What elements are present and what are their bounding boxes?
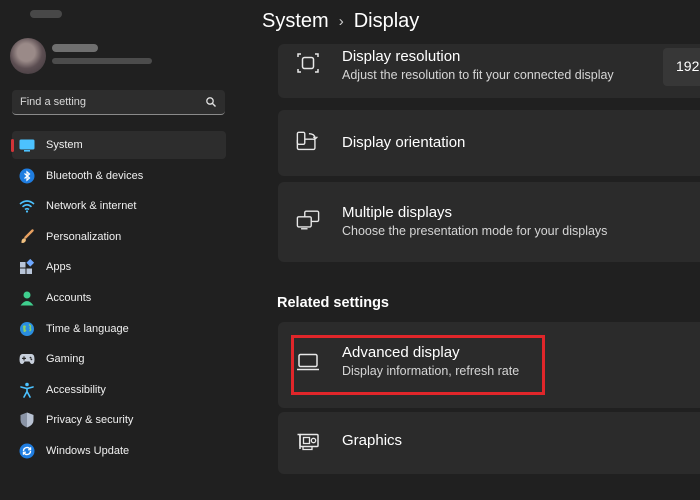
display-orientation-title: Display orientation [342,134,466,151]
sidebar-item-label: Privacy & security [46,414,134,427]
sidebar: System Bluetooth & devices Network & int… [0,0,240,500]
sidebar-nav: System Bluetooth & devices Network & int… [11,131,226,468]
sidebar-item-system[interactable]: System [11,131,226,159]
user-name-blurred [52,44,98,52]
sidebar-item-privacy-security[interactable]: Privacy & security [12,406,226,434]
person-icon [19,290,35,306]
accessibility-icon [19,382,35,398]
app-title-blurred [30,10,62,18]
graphics-title: Graphics [342,432,403,449]
resolution-dropdown[interactable]: 192 [663,48,700,86]
sidebar-item-accounts[interactable]: Accounts [12,284,226,312]
globe-icon [19,321,35,337]
multiple-displays-title: Multiple displays [342,204,453,221]
brush-icon [19,229,35,245]
search-box[interactable] [12,90,225,115]
sidebar-item-label: Network & internet [46,200,137,213]
multiple-displays-subtitle: Choose the presentation mode for your di… [342,224,608,238]
sidebar-item-bluetooth[interactable]: Bluetooth & devices [12,162,226,190]
breadcrumb-separator: › [338,13,344,30]
search-icon[interactable] [205,95,217,107]
display-resolution-title: Display resolution [342,48,461,65]
breadcrumb: System › Display [262,10,419,33]
display-resolution-subtitle: Adjust the resolution to fit your connec… [342,68,614,82]
wifi-icon [19,198,35,214]
sidebar-item-network[interactable]: Network & internet [12,192,226,220]
breadcrumb-parent[interactable]: System [262,10,329,33]
sidebar-item-label: Gaming [46,353,85,366]
sidebar-item-label: Bluetooth & devices [46,169,144,182]
sidebar-item-label: Time & language [46,322,129,335]
sidebar-item-label: System [46,139,83,151]
sidebar-item-personalization[interactable]: Personalization [12,223,226,251]
display-orientation-card[interactable]: Display orientation [278,110,700,176]
sidebar-item-label: Windows Update [46,444,130,457]
page-title: Display [353,10,420,32]
system-icon [19,137,35,153]
search-input[interactable] [20,94,200,110]
highlight-box [291,335,545,395]
shield-icon [19,412,35,428]
sidebar-item-windows-update[interactable]: Windows Update [12,437,226,465]
multiple-displays-icon [296,208,320,232]
resolution-icon [296,51,320,75]
sidebar-item-gaming[interactable]: Gaming [12,345,226,373]
avatar[interactable] [10,38,46,74]
gamepad-icon [19,351,35,367]
resolution-dropdown-value: 192 [676,58,700,74]
sidebar-item-label: Apps [46,261,72,274]
sidebar-item-label: Accounts [46,291,92,304]
orientation-icon [296,130,320,154]
bluetooth-icon [19,168,35,184]
apps-icon [19,259,35,275]
update-icon [19,443,35,459]
related-settings-heading: Related settings [277,295,389,311]
sidebar-item-accessibility[interactable]: Accessibility [12,376,226,404]
sidebar-item-label: Accessibility [46,383,106,396]
sidebar-item-apps[interactable]: Apps [12,253,226,281]
multiple-displays-card[interactable]: Multiple displays Choose the presentatio… [278,182,700,262]
graphics-card-icon [296,430,320,454]
settings-window: System Bluetooth & devices Network & int… [0,0,700,500]
sidebar-item-time-language[interactable]: Time & language [12,315,226,343]
sidebar-item-label: Personalization [46,230,122,243]
user-email-blurred [52,58,152,64]
main-content: System › Display Display resolution Adju… [240,0,700,500]
graphics-card[interactable]: Graphics [278,412,700,474]
display-resolution-card[interactable]: Display resolution Adjust the resolution… [278,44,700,98]
